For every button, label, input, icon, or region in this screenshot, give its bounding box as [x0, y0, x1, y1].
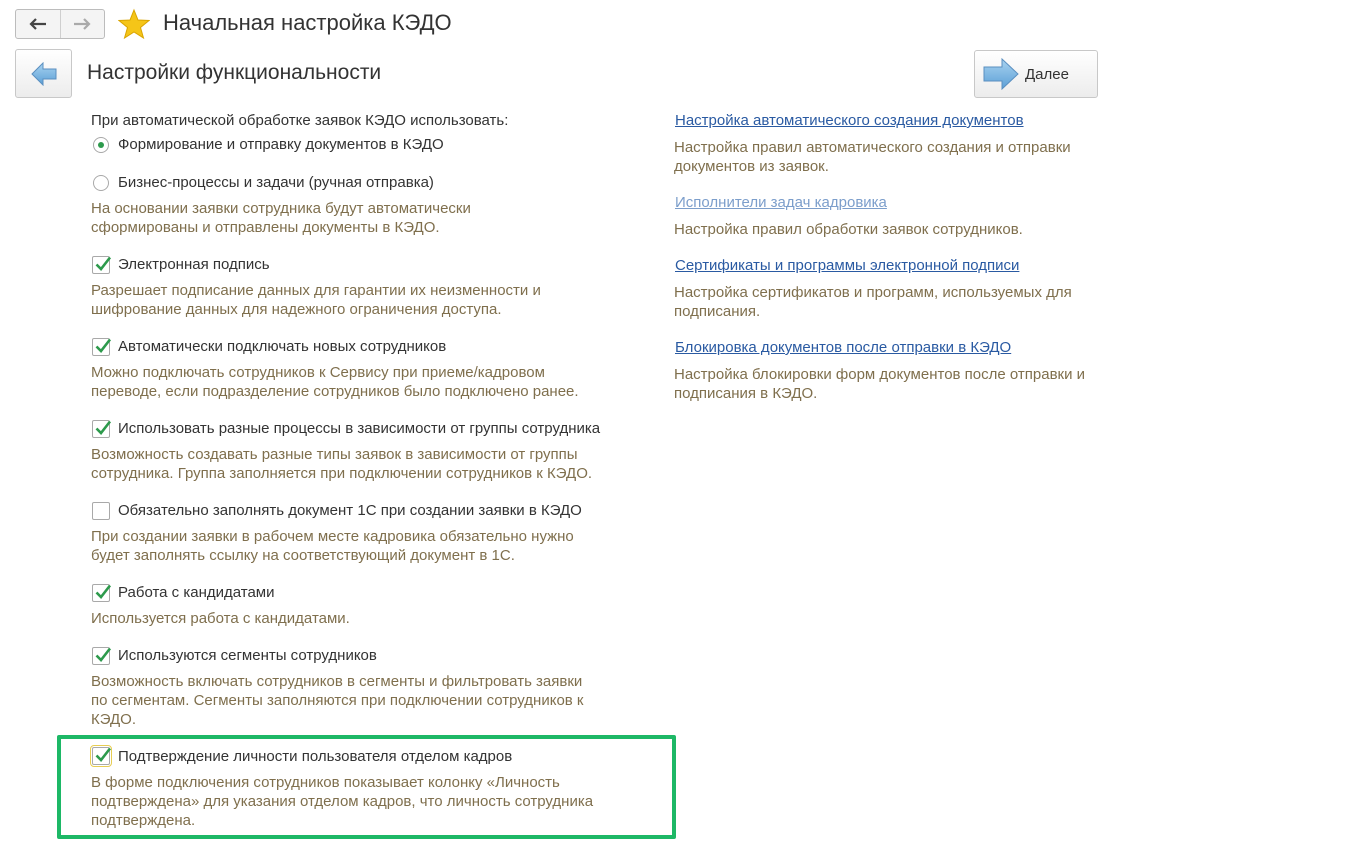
checkbox-identity-confirmation-label[interactable]: Подтверждение личности пользователя отде… [118, 747, 512, 767]
link-description-line: подписания в КЭДО. [674, 385, 818, 402]
option-description-line: Разрешает подписание данных для гарантии… [91, 282, 541, 299]
checkmark-icon [95, 647, 112, 662]
radio-auto-send-label[interactable]: Формирование и отправку документов в КЭД… [118, 135, 444, 155]
link-document-locking[interactable]: Блокировка документов после отправки в К… [675, 339, 1011, 356]
option-description-line: Можно подключать сотрудников к Сервису п… [91, 364, 545, 381]
checkmark-icon [95, 338, 112, 353]
checkmark-icon [95, 420, 112, 435]
option-description-line: переводе, если подразделение сотрудников… [91, 383, 579, 400]
next-button[interactable]: Далее [974, 50, 1098, 98]
link-auto-document-creation[interactable]: Настройка автоматического создания докум… [675, 112, 1024, 129]
checkbox-auto-connect-employees[interactable] [92, 338, 112, 356]
checkbox-employee-segments[interactable] [92, 647, 112, 665]
checkbox-candidates[interactable] [92, 584, 112, 602]
checkbox-electronic-signature-label[interactable]: Электронная подпись [118, 255, 270, 275]
option-description-line: При создании заявки в рабочем месте кадр… [91, 528, 574, 545]
option-description-line: подтверждена» для указания отделом кадро… [91, 793, 594, 810]
option-description-line: шифрование данных для надежного ограниче… [91, 301, 502, 318]
checkbox-employee-segments-label[interactable]: Используются сегменты сотрудников [118, 646, 377, 666]
link-hr-task-executors[interactable]: Исполнители задач кадровика [675, 194, 887, 211]
link-description-line: документов из заявок. [674, 158, 829, 175]
option-description-line: КЭДО. [91, 711, 137, 728]
checkbox-group-processes-label[interactable]: Использовать разные процессы в зависимос… [118, 419, 600, 439]
checkmark-icon [95, 747, 112, 762]
option-description-line: Возможность создавать разные типы заявок… [91, 446, 578, 463]
option-description-line: подтверждена. [91, 812, 196, 829]
link-description-line: подписания. [674, 303, 761, 320]
checkbox-electronic-signature[interactable] [92, 256, 112, 274]
radio-auto-send[interactable] [93, 137, 109, 153]
checkbox-candidates-label[interactable]: Работа с кандидатами [118, 583, 274, 603]
option-description-line: Возможность включать сотрудников в сегме… [91, 673, 583, 690]
option-description-line: сотрудника. Группа заполняется при подкл… [91, 465, 593, 482]
checkbox-auto-connect-employees-label[interactable]: Автоматически подключать новых сотрудник… [118, 337, 446, 357]
link-description-line: Настройка правил обработки заявок сотруд… [674, 221, 1023, 238]
radio-business-processes[interactable] [93, 175, 109, 191]
link-description-line: Настройка сертификатов и программ, испол… [674, 284, 1072, 301]
arrow-left-icon [29, 18, 46, 30]
next-button-label: Далее [1025, 65, 1069, 83]
option-description-line: Используется работа с кандидатами. [91, 610, 350, 627]
back-arrow-icon [30, 61, 56, 86]
checkbox-identity-confirmation[interactable] [90, 745, 112, 767]
checkmark-icon [95, 256, 112, 271]
option-description-line: будет заполнять ссылку на соответствующи… [91, 547, 515, 564]
link-description-line: Настройка блокировки форм документов пос… [674, 366, 1086, 383]
favorite-star-icon[interactable] [118, 8, 150, 40]
checkmark-icon [95, 584, 112, 599]
page-title: Настройки функциональности [87, 61, 382, 84]
link-signature-certificates[interactable]: Сертификаты и программы электронной подп… [675, 257, 1019, 274]
radio-description-line: сформированы и отправлены документы в КЭ… [91, 219, 440, 236]
forward-history-button[interactable] [59, 10, 105, 38]
processing-intro-label: При автоматической обработке заявок КЭДО… [91, 112, 509, 129]
option-description-line: по сегментам. Сегменты заполняются при п… [91, 692, 584, 709]
link-description-line: Настройка правил автоматического создани… [674, 139, 1071, 156]
arrow-right-icon [74, 18, 91, 30]
window-title: Начальная настройка КЭДО [163, 10, 452, 35]
back-button[interactable] [15, 49, 72, 98]
history-nav [15, 9, 105, 39]
checkbox-group-processes[interactable] [92, 420, 112, 438]
forward-arrow-icon [983, 58, 1019, 90]
option-description-line: В форме подключения сотрудников показыва… [91, 774, 560, 791]
radio-business-processes-label[interactable]: Бизнес-процессы и задачи (ручная отправк… [118, 173, 434, 193]
back-history-button[interactable] [16, 10, 60, 38]
checkbox-require-1c-document[interactable] [92, 502, 110, 520]
radio-description-line: На основании заявки сотрудника будут авт… [91, 200, 471, 217]
checkbox-require-1c-document-label[interactable]: Обязательно заполнять документ 1С при со… [118, 501, 582, 521]
